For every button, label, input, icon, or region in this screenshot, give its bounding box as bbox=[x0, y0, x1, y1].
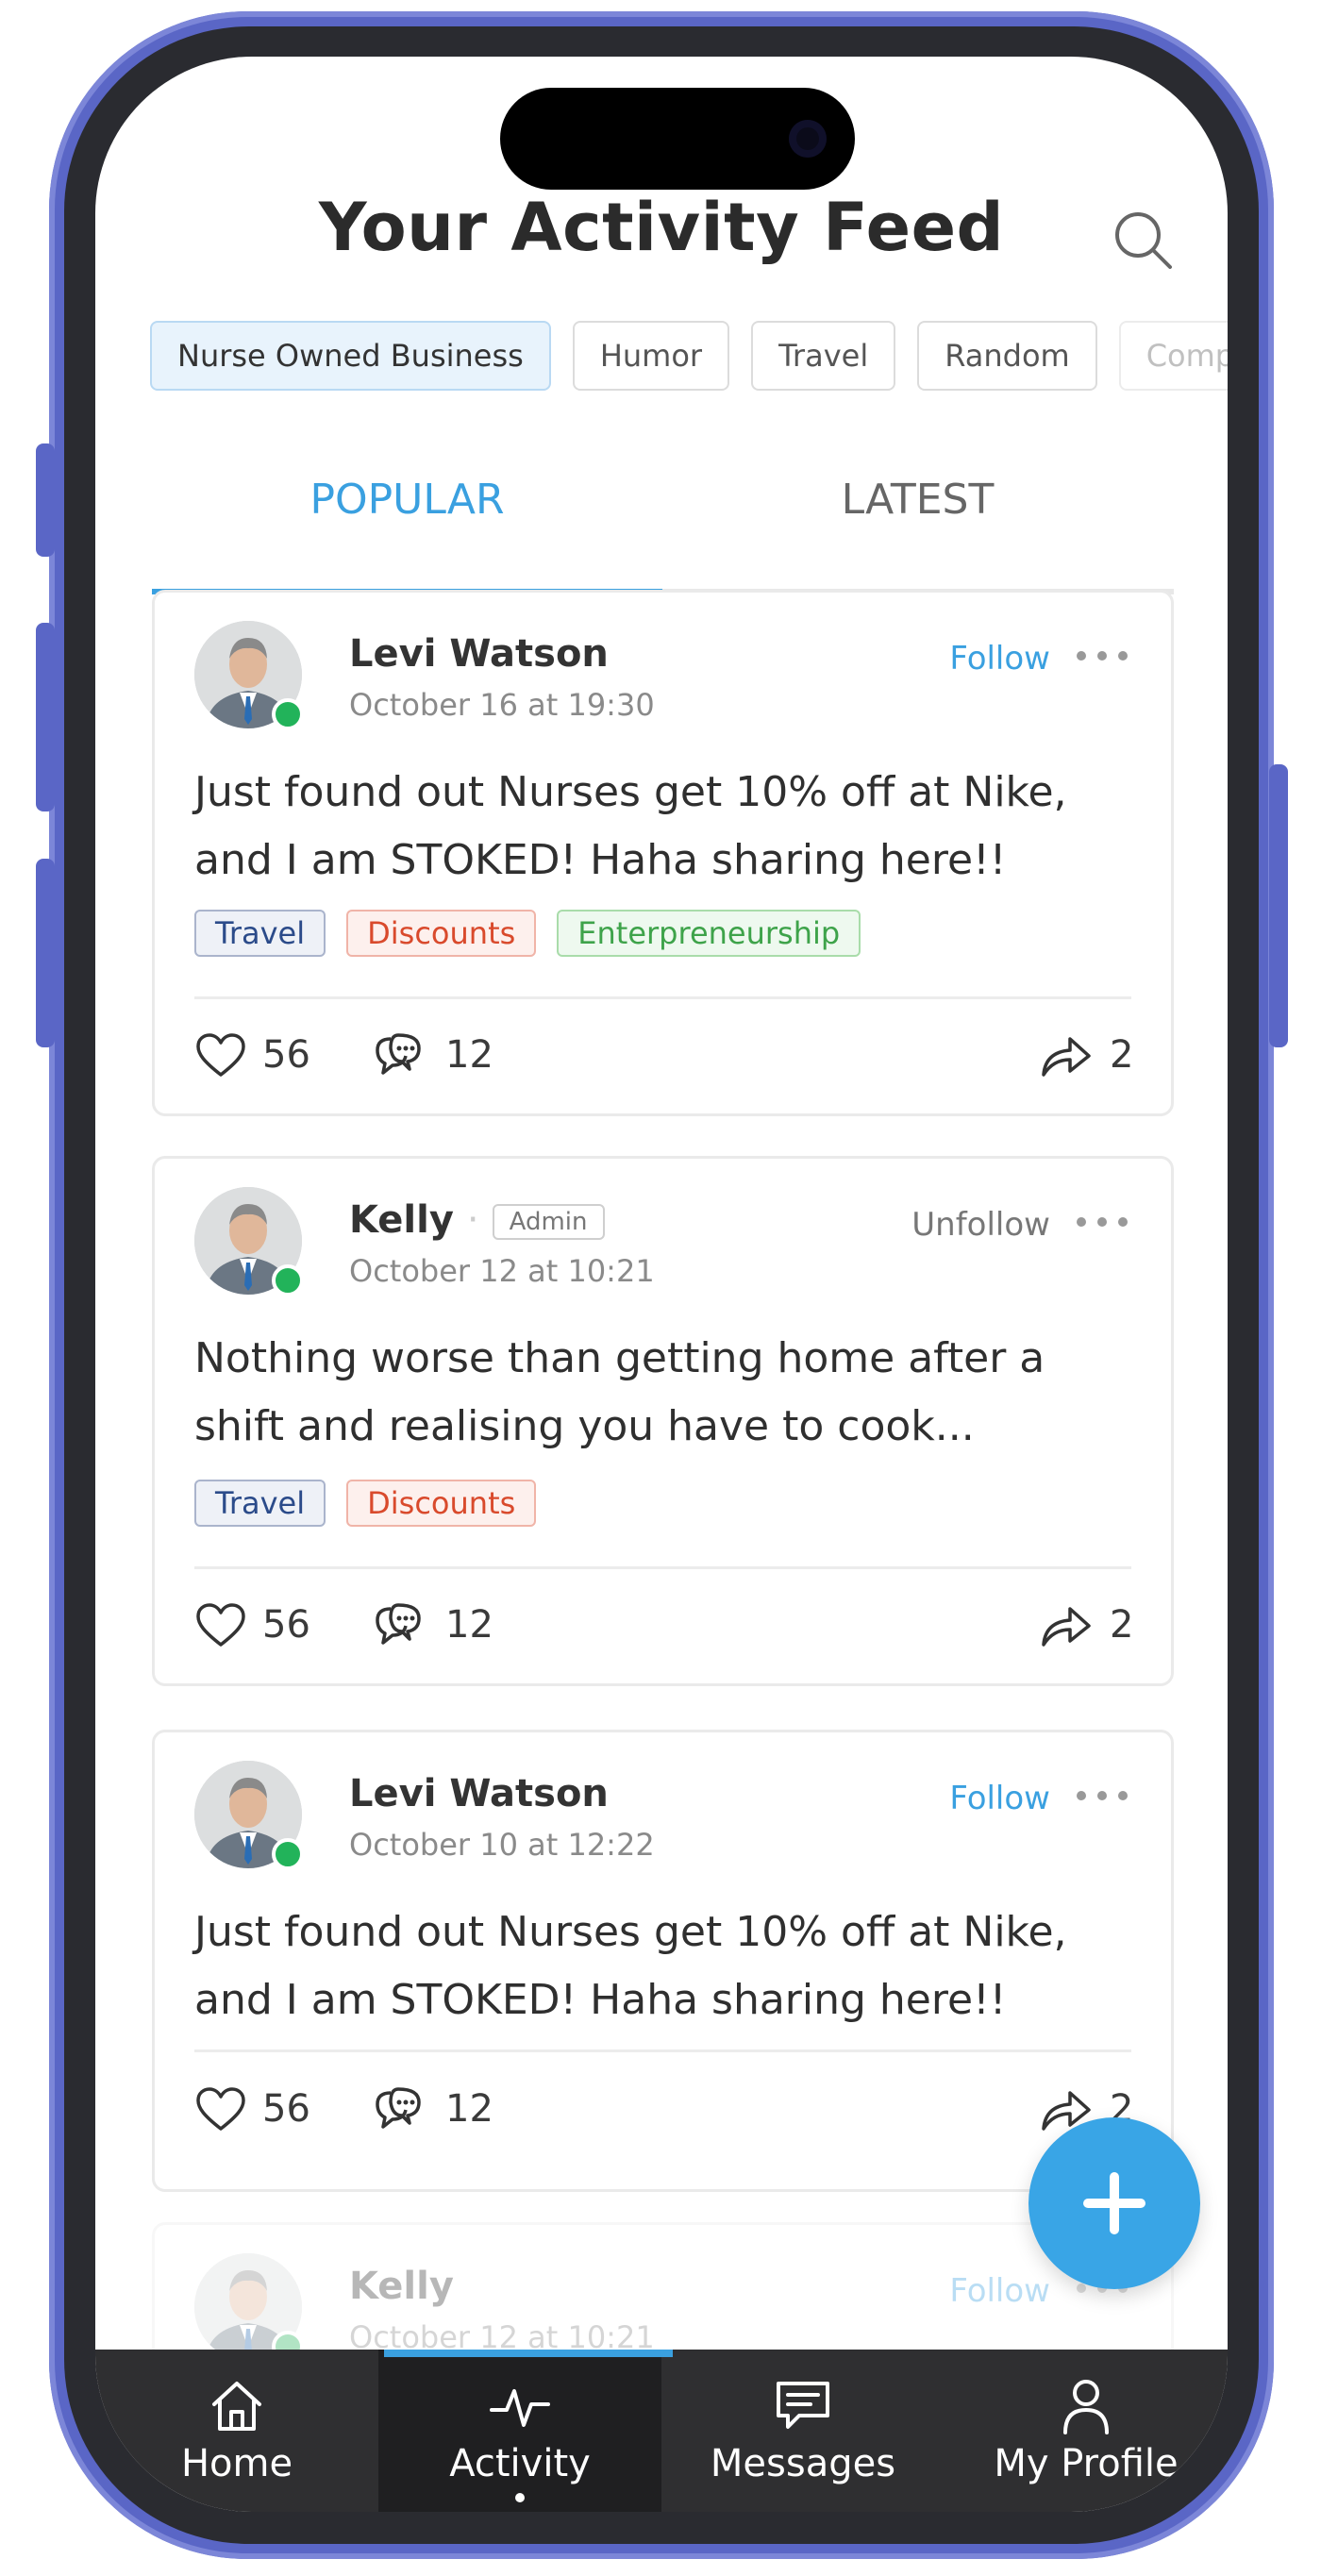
category-chips: Nurse Owned Business Humor Travel Random Com… bbox=[150, 321, 1228, 391]
comment-icon bbox=[376, 2087, 421, 2129]
page-title: Your Activity Feed bbox=[318, 189, 1005, 266]
camera-lens bbox=[789, 120, 827, 158]
profile-icon bbox=[1063, 2380, 1109, 2434]
side-button-action bbox=[36, 443, 55, 557]
tag-discounts[interactable]: Discounts bbox=[346, 1480, 537, 1527]
like-count: 56 bbox=[262, 1033, 310, 1077]
feed-tabs: POPULAR LATEST bbox=[152, 453, 1174, 598]
plus-icon-vertical bbox=[1110, 2172, 1119, 2234]
author-name[interactable]: Levi Watson bbox=[349, 632, 609, 676]
post-date: October 10 at 12:22 bbox=[349, 1827, 655, 1863]
nav-activity-label: Activity bbox=[449, 2442, 591, 2485]
share-icon bbox=[1042, 1607, 1091, 1647]
follow-button[interactable]: Follow bbox=[949, 2272, 1050, 2310]
share-count: 2 bbox=[1110, 1603, 1134, 1647]
tag-travel[interactable]: Travel bbox=[194, 1480, 326, 1527]
post-date: October 12 at 10:21 bbox=[349, 1253, 655, 1289]
author-name: Kelly · Admin bbox=[349, 1198, 605, 1242]
more-options-icon[interactable] bbox=[1077, 1785, 1133, 1804]
chip-nurse-owned-business[interactable]: Nurse Owned Business bbox=[150, 321, 551, 391]
post-text: Just found out Nurses get 10% off at Nik… bbox=[194, 768, 1067, 884]
unfollow-button[interactable]: Unfollow bbox=[911, 1206, 1050, 1244]
author-name[interactable]: Levi Watson bbox=[349, 1772, 609, 1815]
nav-activity[interactable]: Activity bbox=[378, 2350, 661, 2512]
post-tags: Travel Discounts bbox=[194, 1480, 557, 1527]
heart-icon bbox=[196, 1033, 245, 1077]
tab-popular[interactable]: POPULAR bbox=[152, 453, 662, 547]
author-name[interactable]: Kelly bbox=[349, 2265, 454, 2308]
search-icon[interactable] bbox=[1110, 207, 1176, 273]
post-card: Levi Watson October 16 at 19:30 Follow J… bbox=[152, 590, 1174, 1116]
nav-home-label: Home bbox=[180, 2442, 293, 2485]
side-button-volume-down bbox=[36, 859, 55, 1047]
chip-random[interactable]: Random bbox=[917, 321, 1097, 391]
nav-my-profile[interactable]: My Profile bbox=[945, 2350, 1228, 2512]
post-card: Kelly · Admin October 12 at 10:21 Unfollow… bbox=[152, 1156, 1174, 1686]
nav-messages[interactable]: Messages bbox=[661, 2350, 945, 2512]
side-button-volume-up bbox=[36, 623, 55, 811]
post-card: Levi Watson October 10 at 12:22 Follow J… bbox=[152, 1730, 1174, 2192]
comment-icon bbox=[376, 1603, 421, 1645]
post-tags: Travel Discounts Enterpreneurship bbox=[194, 910, 881, 957]
messages-icon bbox=[777, 2382, 829, 2429]
heart-icon bbox=[196, 1603, 245, 1647]
more-options-icon[interactable] bbox=[1077, 1212, 1133, 1230]
post-date: October 16 at 19:30 bbox=[349, 687, 655, 723]
divider bbox=[194, 2049, 1131, 2052]
chip-humor[interactable]: Humor bbox=[572, 321, 730, 391]
post-text: Nothing worse than getting home after a … bbox=[194, 1334, 1045, 1450]
author-name-text[interactable]: Kelly bbox=[349, 1198, 454, 1242]
chip-compe[interactable]: Compe bbox=[1118, 321, 1228, 391]
active-dot bbox=[515, 2493, 525, 2502]
comment-count: 12 bbox=[445, 2087, 493, 2131]
follow-button[interactable]: Follow bbox=[949, 640, 1050, 677]
tag-travel[interactable]: Travel bbox=[194, 910, 326, 957]
home-icon bbox=[212, 2382, 261, 2431]
online-status-dot bbox=[272, 1838, 304, 1870]
admin-badge: Admin bbox=[492, 1204, 605, 1240]
heart-icon bbox=[196, 2087, 245, 2131]
more-options-icon[interactable] bbox=[1077, 645, 1133, 664]
comment-icon bbox=[376, 1033, 421, 1075]
nav-active-indicator bbox=[384, 2350, 673, 2357]
comment-count: 12 bbox=[445, 1033, 493, 1077]
follow-button[interactable]: Follow bbox=[949, 1780, 1050, 1817]
nav-home[interactable]: Home bbox=[95, 2350, 378, 2512]
divider bbox=[194, 1566, 1131, 1569]
like-count: 56 bbox=[262, 1603, 310, 1647]
like-count: 56 bbox=[262, 2087, 310, 2131]
tag-enterpreneurship[interactable]: Enterpreneurship bbox=[557, 910, 861, 957]
create-post-button[interactable] bbox=[1028, 2117, 1200, 2289]
comment-count: 12 bbox=[445, 1603, 493, 1647]
side-button-power bbox=[1269, 764, 1288, 1047]
online-status-dot bbox=[272, 698, 304, 730]
divider bbox=[194, 996, 1131, 999]
activity-icon bbox=[490, 2389, 550, 2427]
nav-messages-label: Messages bbox=[710, 2442, 896, 2485]
bottom-navigation: Home Activity Messages My Profile bbox=[95, 2350, 1228, 2512]
chip-travel[interactable]: Travel bbox=[751, 321, 896, 391]
online-status-dot bbox=[272, 1264, 304, 1296]
dynamic-island bbox=[500, 88, 855, 190]
tag-discounts[interactable]: Discounts bbox=[346, 910, 537, 957]
nav-my-profile-label: My Profile bbox=[994, 2442, 1179, 2485]
share-count: 2 bbox=[1110, 1033, 1134, 1077]
tab-latest[interactable]: LATEST bbox=[662, 453, 1173, 547]
post-text: Just found out Nurses get 10% off at Nik… bbox=[194, 1908, 1067, 2024]
share-icon bbox=[1042, 1037, 1091, 1077]
app-screen: Your Activity Feed Nurse Owned Business H… bbox=[95, 57, 1228, 2512]
name-separator-dot: · bbox=[466, 1198, 479, 1242]
